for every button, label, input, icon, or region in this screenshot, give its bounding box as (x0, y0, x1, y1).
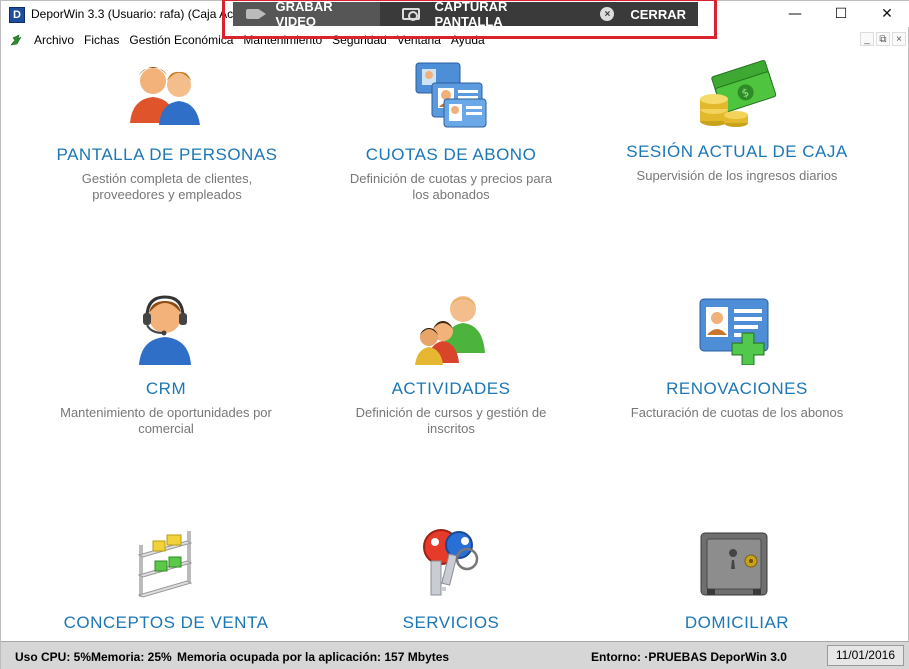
mdi-close-button[interactable]: × (892, 32, 906, 46)
video-camera-icon (245, 7, 267, 21)
window-title: DeporWin 3.3 (Usuario: rafa) (Caja Ac (31, 7, 234, 21)
tile-title: SESIÓN ACTUAL DE CAJA (626, 142, 848, 161)
tile-title: RENOVACIONES (666, 379, 808, 398)
shelf-icon (137, 531, 193, 598)
tile-title: SERVICIOS (402, 613, 500, 632)
tile-title: PANTALLA DE PERSONAS (56, 145, 278, 164)
close-recorder-label: CERRAR (630, 6, 686, 22)
tile-actividades[interactable]: ACTIVIDADES Definición de cursos y gesti… (301, 379, 601, 437)
menu-ventana[interactable]: Ventana (392, 30, 446, 50)
tile-description: Supervisión de los ingresos diarios (636, 168, 838, 183)
close-recorder-button[interactable]: × CERRAR (586, 2, 698, 26)
capture-screen-button[interactable]: CAPTURAR PANTALLA (390, 0, 578, 29)
tile-title: CRM (145, 379, 187, 398)
menu-seguridad[interactable]: Seguridad (327, 30, 392, 50)
record-video-button[interactable]: GRABAR VIDEO (233, 0, 381, 29)
tile-description: Definición de cuotas y precios para los … (349, 171, 553, 202)
memory-usage: Memoria: 25% (91, 650, 172, 664)
tile-description: Mantenimiento de oportunidades por comer… (60, 405, 272, 436)
safe-icon (700, 532, 768, 596)
menu-mantenimiento[interactable]: Mantenimiento (238, 30, 327, 50)
menu-ayuda[interactable]: Ayuda (446, 30, 490, 50)
tile-description: Facturación de cuotas de los abonos (630, 405, 844, 420)
tile-title: CONCEPTOS DE VENTA (63, 613, 269, 632)
camera-icon (402, 7, 421, 21)
status-date: 11/01/2016 (826, 645, 904, 666)
tile-title: ACTIVIDADES (391, 379, 511, 398)
capture-screen-label: CAPTURAR PANTALLA (434, 0, 508, 29)
tile-servicios[interactable]: SERVICIOS (301, 613, 601, 633)
screen-recorder-toolbar: GRABAR VIDEO CAPTURAR PANTALLA × CERRAR (233, 0, 698, 29)
mdi-minimize-button[interactable]: _ (860, 32, 874, 46)
tile-renovaciones[interactable]: RENOVACIONES Facturación de cuotas de lo… (587, 379, 887, 421)
window-controls: — ☐ ✕ (772, 1, 909, 27)
id-card-plus-icon (699, 298, 769, 365)
menu-gestion-economica[interactable]: Gestión Económica (124, 30, 238, 50)
maximize-button[interactable]: ☐ (818, 1, 864, 27)
tile-title: DOMICILIAR (684, 613, 790, 632)
tile-crm[interactable]: CRM Mantenimiento de oportunidades por c… (16, 379, 316, 437)
app-window: D DeporWin 3.3 (Usuario: rafa) (Caja Ac … (0, 0, 909, 669)
tile-domiciliar[interactable]: DOMICILIAR (587, 613, 887, 633)
environment: Entorno: ·PRUEBAS DeporWin 3.0 (591, 650, 787, 664)
tile-description: Gestión completa de clientes, proveedore… (81, 171, 253, 202)
mdi-restore-button[interactable]: ⧉ (876, 32, 890, 46)
tile-cuotas-de-abono[interactable]: CUOTAS DE ABONO Definición de cuotas y p… (301, 145, 601, 203)
tile-description: Definición de cursos y gestión de inscri… (355, 405, 547, 436)
close-window-button[interactable]: ✕ (864, 1, 909, 27)
status-bar: Uso CPU: 5% Memoria: 25% Memoria ocupada… (1, 641, 909, 669)
menu-archivo[interactable]: Archivo (29, 30, 79, 50)
app-memory: Memoria ocupada por la aplicación: 157 M… (177, 650, 450, 664)
tile-conceptos-de-venta[interactable]: CONCEPTOS DE VENTA (16, 613, 316, 633)
tile-pantalla-de-personas[interactable]: PANTALLA DE PERSONAS Gestión completa de… (17, 145, 317, 203)
close-icon: × (598, 7, 616, 21)
menu-fichas[interactable]: Fichas (79, 30, 124, 50)
cpu-usage: Uso CPU: 5% (15, 650, 92, 664)
menu-bar: Archivo Fichas Gestión Económica Manteni… (1, 30, 909, 50)
minimize-button[interactable]: — (772, 1, 818, 27)
app-menu-icon[interactable] (9, 33, 23, 47)
group-icon (415, 296, 485, 365)
record-video-label: GRABAR VIDEO (275, 0, 333, 29)
people-icon (130, 67, 200, 125)
app-icon[interactable]: D (9, 7, 25, 23)
id-cards-icon (415, 62, 487, 128)
mdi-controls: _ ⧉ × (860, 32, 906, 46)
money-icon: $ (700, 59, 776, 127)
tile-sesion-actual-de-caja[interactable]: SESIÓN ACTUAL DE CAJA Supervisión de los… (587, 142, 887, 184)
keys-icon (423, 529, 479, 596)
headset-user-icon (139, 295, 191, 365)
tile-title: CUOTAS DE ABONO (365, 145, 537, 164)
